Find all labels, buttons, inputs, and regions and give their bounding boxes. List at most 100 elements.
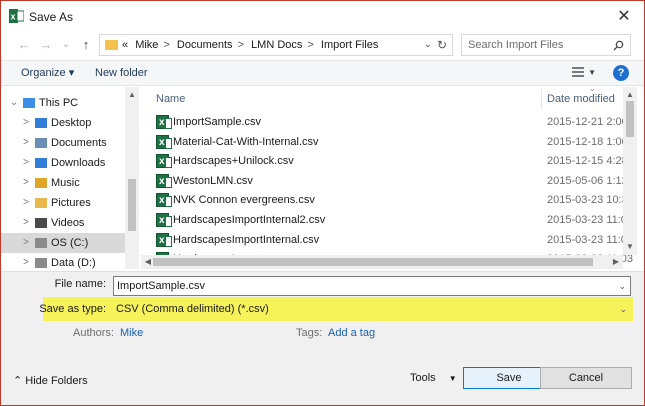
help-icon[interactable]: ? xyxy=(613,65,629,81)
tools-dropdown-icon: ▼ xyxy=(448,374,457,383)
nav-item-label: OS (C:) xyxy=(51,237,89,249)
hide-folders-button[interactable]: ⌃ Hide Folders xyxy=(13,374,88,388)
chevron-right-icon[interactable]: > xyxy=(21,213,31,233)
file-list: Name ⌄ Date modified ImportSample.csv201… xyxy=(141,87,644,269)
up-arrow-icon[interactable]: ↑ xyxy=(79,37,93,53)
column-header-name[interactable]: Name xyxy=(156,87,185,111)
breadcrumb-item-import-files[interactable]: Import Files xyxy=(321,39,378,51)
organize-button[interactable]: Organize ▾ xyxy=(21,61,74,85)
search-input[interactable]: Search Import Files xyxy=(461,34,631,56)
chevron-right-icon[interactable]: > xyxy=(21,173,31,193)
file-row[interactable]: Material-Cat-With-Internal.csv 2015-12-18… xyxy=(141,133,628,152)
search-icon xyxy=(613,40,624,51)
address-bar[interactable]: « Mike > Documents > LMN Docs > Import File… xyxy=(99,34,453,56)
nav-item-documents[interactable]: > Documents xyxy=(1,133,125,153)
nav-item-desktop[interactable]: > Desktop xyxy=(1,113,125,133)
scroll-down-arrow-icon[interactable]: ▼ xyxy=(623,241,637,253)
chevron-right-icon[interactable]: > xyxy=(21,233,31,253)
nav-item-data-d[interactable]: > Data (D:) xyxy=(1,253,125,269)
back-arrow-icon[interactable]: ← xyxy=(17,37,31,53)
chevron-right-icon[interactable]: > xyxy=(21,113,31,133)
column-header-date-modified[interactable]: Date modified xyxy=(547,87,615,111)
file-name-dropdown-icon[interactable]: ⌄ xyxy=(618,277,626,295)
nav-pane-scrollbar[interactable]: ▲ xyxy=(125,87,139,269)
file-name: HardscapesImportInternal2.csv xyxy=(173,214,326,226)
new-folder-button[interactable]: New folder xyxy=(95,61,148,85)
breadcrumb-item-documents[interactable]: Documents xyxy=(177,39,233,51)
save-type-value: CSV (Comma delimited) (*.csv) xyxy=(116,303,269,315)
chevron-right-icon[interactable]: > xyxy=(21,153,31,173)
file-row[interactable]: NVK Connon evergreens.csv 2015-03-23 10:3… xyxy=(141,191,634,210)
view-dropdown-icon[interactable]: ▼ xyxy=(588,61,596,85)
music-folder-icon xyxy=(35,178,47,188)
file-row[interactable]: HardscapesImportInternal2.csv 2015-03-23 … xyxy=(141,211,633,230)
scroll-up-arrow-icon[interactable]: ▲ xyxy=(623,89,637,101)
close-button[interactable]: ✕ xyxy=(612,6,636,28)
nav-item-label: This PC xyxy=(39,97,79,109)
dialog-footer: ⌃ Hide Folders Tools ▼ Save Cancel xyxy=(1,351,644,405)
chevron-right-icon[interactable]: > xyxy=(21,253,31,269)
navigation-pane: ⌄ This PC > Desktop > Documents > Downloads > Mus… xyxy=(1,87,139,269)
address-dropdown-icon[interactable]: ⌄ xyxy=(424,35,432,55)
breadcrumb-chevron-icon[interactable]: > xyxy=(163,39,169,51)
excel-file-icon xyxy=(156,191,172,210)
breadcrumb-chevron-icon[interactable]: > xyxy=(307,39,313,51)
forward-arrow-icon[interactable]: → xyxy=(39,37,53,53)
breadcrumb-item-mike[interactable]: Mike xyxy=(135,39,158,51)
scrollbar-thumb[interactable] xyxy=(626,101,634,137)
add-tag-link[interactable]: Add a tag xyxy=(328,327,375,339)
pictures-folder-icon xyxy=(35,198,47,208)
scroll-right-arrow-icon[interactable]: ▶ xyxy=(609,256,623,268)
file-row[interactable]: HardscapesImportInternal.csv 2015-03-23 1… xyxy=(141,231,633,250)
file-list-horizontal-scrollbar[interactable]: ◀ ▶ xyxy=(141,255,623,269)
navigation-bar: ← → ⌄ ↑ « Mike > Documents > LMN Docs > Imp… xyxy=(1,33,644,59)
file-name-input[interactable]: ImportSample.csv ⌄ xyxy=(113,276,631,296)
close-icon: ✕ xyxy=(617,8,631,25)
cancel-button[interactable]: Cancel xyxy=(540,367,632,389)
tools-button[interactable]: Tools ▼ xyxy=(410,371,457,386)
file-date-modified: 2015-03-23 11:06 xyxy=(547,214,634,226)
column-divider[interactable] xyxy=(541,89,542,109)
nav-item-this-pc[interactable]: ⌄ This PC xyxy=(1,93,125,113)
nav-item-label: Documents xyxy=(51,137,107,149)
recent-locations-chevron-icon[interactable]: ⌄ xyxy=(59,37,73,53)
file-list-vertical-scrollbar[interactable]: ▲ ▼ xyxy=(623,87,637,255)
breadcrumb: « Mike > Documents > LMN Docs > Import File… xyxy=(122,35,382,55)
tags-label: Tags: xyxy=(296,327,323,339)
breadcrumb-item-lmn-docs[interactable]: LMN Docs xyxy=(251,39,302,51)
nav-item-videos[interactable]: > Videos xyxy=(1,213,125,233)
excel-file-icon xyxy=(156,152,172,171)
save-type-select[interactable]: CSV (Comma delimited) (*.csv) ⌄ xyxy=(113,299,631,319)
nav-item-downloads[interactable]: > Downloads xyxy=(1,153,125,173)
nav-item-os-c[interactable]: > OS (C:) xyxy=(1,233,125,253)
chevron-down-icon[interactable]: ⌄ xyxy=(9,93,19,113)
file-name: WestonLMN.csv xyxy=(173,174,253,187)
refresh-icon[interactable]: ↻ xyxy=(437,35,447,55)
title-bar: x Save As ✕ xyxy=(1,1,644,33)
file-name-value: ImportSample.csv xyxy=(117,280,206,292)
view-options-icon[interactable] xyxy=(572,67,584,79)
scrollbar-thumb[interactable] xyxy=(128,179,136,231)
nav-item-label: Desktop xyxy=(51,117,92,129)
chevron-right-icon[interactable]: > xyxy=(21,133,31,153)
save-type-dropdown-icon[interactable]: ⌄ xyxy=(619,299,627,319)
file-date-modified: 2015-03-23 10:36 xyxy=(547,194,634,207)
file-row[interactable]: WestonLMN.csv 2015-05-06 1:12 xyxy=(141,172,628,191)
nav-item-music[interactable]: > Music xyxy=(1,173,125,193)
desktop-folder-icon xyxy=(35,118,47,128)
excel-file-icon xyxy=(156,231,172,250)
file-row[interactable]: Hardscapes+Unilock.csv 2015-12-15 4:28 xyxy=(141,152,628,171)
chevron-right-icon[interactable]: > xyxy=(21,193,31,213)
file-row[interactable]: ImportSample.csv 2015-12-21 2:00 xyxy=(141,113,628,132)
breadcrumb-chevron-icon[interactable]: > xyxy=(238,39,244,51)
scrollbar-thumb[interactable] xyxy=(153,258,593,266)
file-name: ImportSample.csv xyxy=(173,116,262,128)
search-placeholder: Search Import Files xyxy=(468,39,564,51)
scroll-up-arrow-icon[interactable]: ▲ xyxy=(125,89,139,101)
file-name: Hardscapes+Unilock.csv xyxy=(173,155,294,168)
authors-value[interactable]: Mike xyxy=(120,327,143,339)
nav-item-pictures[interactable]: > Pictures xyxy=(1,193,125,213)
excel-file-icon xyxy=(156,211,172,230)
save-form: File name: ImportSample.csv ⌄ Save as ty… xyxy=(1,271,644,351)
breadcrumb-overflow[interactable]: « xyxy=(122,39,128,51)
